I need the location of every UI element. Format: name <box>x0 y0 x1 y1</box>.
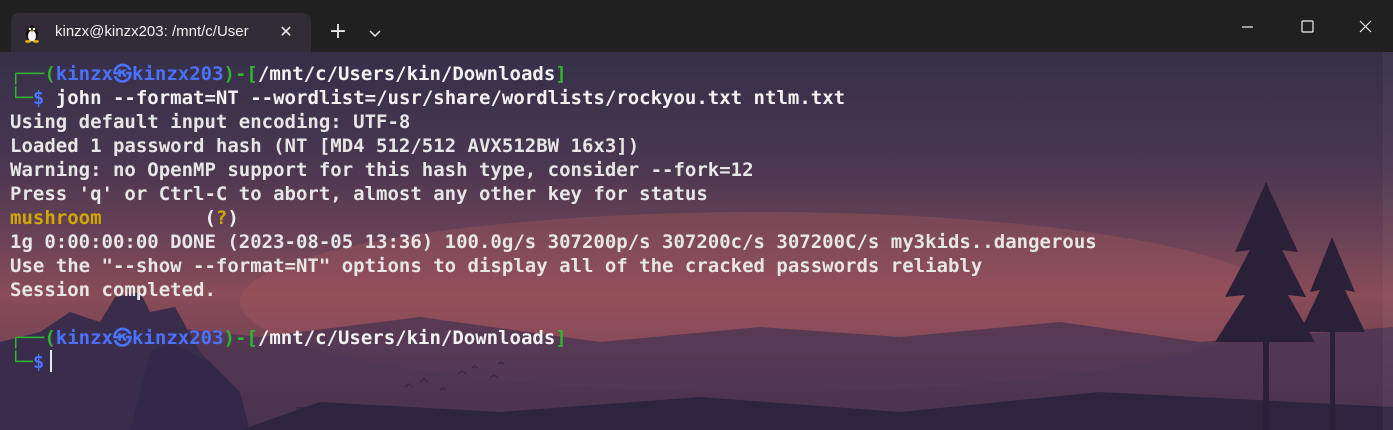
close-window-button[interactable] <box>1343 8 1389 44</box>
output-line: Warning: no OpenMP support for this hash… <box>10 159 754 181</box>
prompt-frame: └─ <box>10 87 33 109</box>
cracked-password-line: mushroom (?) <box>10 206 1097 230</box>
output-line: 1g 0:00:00:00 DONE (2023-08-05 13:36) 10… <box>10 231 1097 253</box>
tab-title: kinzx@kinzx203: /mnt/c/User <box>55 23 249 40</box>
prompt-at-symbol: ㉿ <box>112 63 132 85</box>
prompt-host: kinzx203 <box>132 327 224 349</box>
output-line: Press 'q' or Ctrl-C to abort, almost any… <box>10 183 708 205</box>
command-line[interactable]: └─$ <box>10 350 1097 374</box>
prompt-at-symbol: ㉿ <box>112 327 132 349</box>
cracked-password: mushroom <box>10 207 102 229</box>
minimize-button[interactable] <box>1225 8 1271 44</box>
close-tab-button[interactable]: ✕ <box>276 22 296 42</box>
prompt-paren: ( <box>44 327 56 349</box>
terminal-tab[interactable]: kinzx@kinzx203: /mnt/c/User ✕ <box>11 13 311 52</box>
command-text: john --format=NT --wordlist=/usr/share/w… <box>44 87 846 109</box>
prompt-frame: └─ <box>10 351 33 373</box>
output-line: Loaded 1 password hash (NT [MD4 512/512 … <box>10 135 640 157</box>
prompt-frame: ┌── <box>10 63 45 85</box>
prompt-bracket: [ <box>246 327 258 349</box>
terminal-pane[interactable]: ┌──(kinzx㉿kinzx203)-[/mnt/c/Users/kin/Do… <box>0 52 1393 430</box>
terminal-output: ┌──(kinzx㉿kinzx203)-[/mnt/c/Users/kin/Do… <box>10 62 1097 374</box>
prompt-paren: ) <box>223 327 235 349</box>
tab-dropdown-button[interactable] <box>362 18 388 48</box>
output-line: Use the "--show --format=NT" options to … <box>10 255 983 277</box>
prompt-header: ┌──(kinzx㉿kinzx203)-[/mnt/c/Users/kin/Do… <box>10 62 1097 86</box>
prompt-header: ┌──(kinzx㉿kinzx203)-[/mnt/c/Users/kin/Do… <box>10 326 1097 350</box>
prompt-user: kinzx <box>55 63 113 85</box>
chevron-down-icon <box>369 30 381 38</box>
prompt-path: /mnt/c/Users/kin/Downloads <box>257 327 556 349</box>
maximize-button[interactable] <box>1285 8 1331 44</box>
prompt-dollar: $ <box>32 351 45 373</box>
prompt-bracket: [ <box>246 63 258 85</box>
prompt-frame: ┌── <box>10 327 45 349</box>
prompt-host: kinzx203 <box>132 63 224 85</box>
prompt-path: /mnt/c/Users/kin/Downloads <box>257 63 556 85</box>
prompt-dash: - <box>234 327 247 349</box>
output-line: Using default input encoding: UTF-8 <box>10 111 411 133</box>
prompt-bracket: ] <box>555 327 567 349</box>
maximize-icon <box>1301 20 1314 33</box>
new-tab-button[interactable]: + <box>323 18 353 48</box>
prompt-user: kinzx <box>55 327 113 349</box>
cracked-marker-q: ? <box>215 207 228 229</box>
prompt-dollar: $ <box>32 87 45 109</box>
output-line: Session completed. <box>10 279 216 301</box>
command-line: └─$ john --format=NT --wordlist=/usr/sha… <box>10 86 1097 110</box>
prompt-bracket: ] <box>555 63 567 85</box>
text-cursor <box>50 350 53 372</box>
cracked-marker: (?) <box>204 207 239 229</box>
title-bar: kinzx@kinzx203: /mnt/c/User ✕ + <box>0 0 1393 52</box>
prompt-dash: - <box>234 63 247 85</box>
scrollbar[interactable] <box>1383 52 1393 430</box>
minimize-icon <box>1242 26 1253 28</box>
prompt-paren: ) <box>223 63 235 85</box>
linux-tux-icon <box>25 26 39 43</box>
prompt-paren: ( <box>44 63 56 85</box>
close-icon <box>1359 20 1372 33</box>
